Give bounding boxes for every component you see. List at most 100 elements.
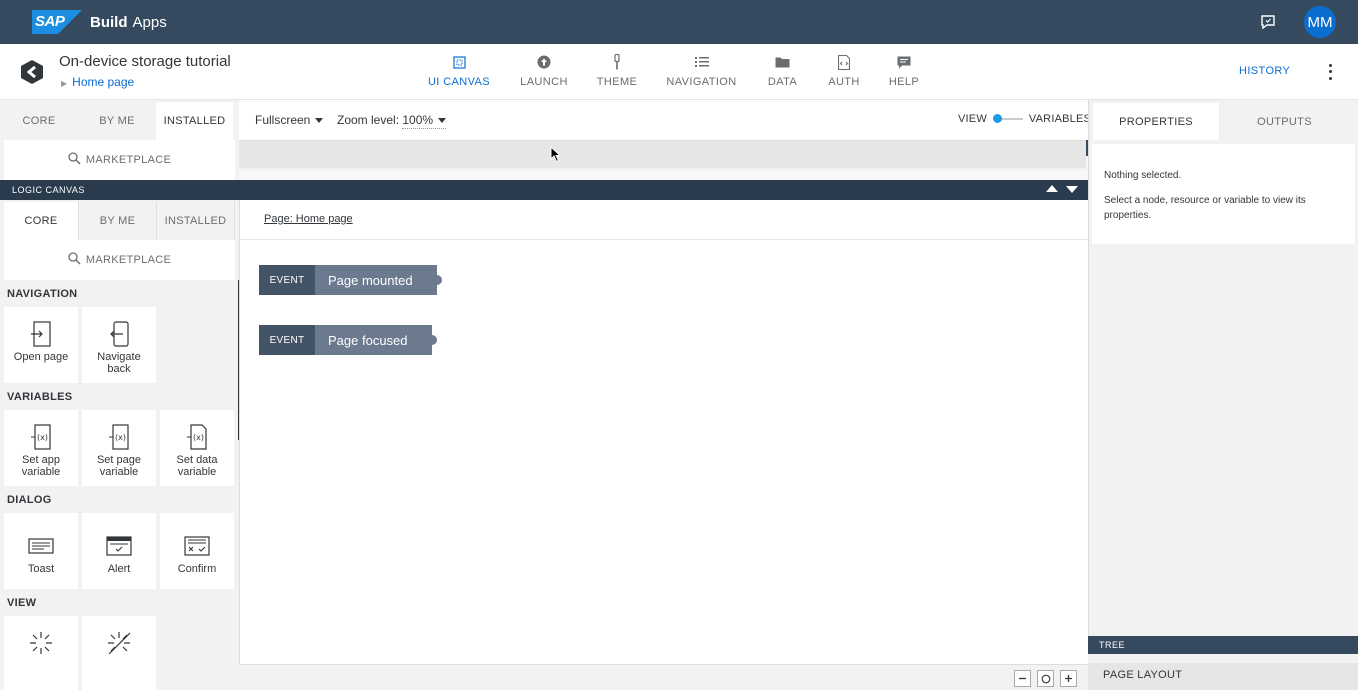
view-mode-dropdown[interactable]: Fullscreen — [255, 113, 324, 127]
tab-data-label: DATA — [767, 76, 798, 88]
set-page-variable-tile[interactable]: (x) Set page variable — [82, 410, 156, 486]
sap-logo[interactable]: SAP — [32, 10, 82, 34]
tab-auth[interactable]: AUTH — [810, 44, 878, 100]
logic-canvas[interactable]: Page: Home page EVENT Page mounted EVENT… — [239, 200, 1088, 664]
breadcrumb[interactable]: ▶ Home page — [61, 75, 134, 89]
expand-up-icon[interactable] — [1046, 185, 1058, 192]
zoom-reset-icon[interactable] — [1037, 670, 1054, 687]
logic-function-palette: CORE BY ME INSTALLED MARKETPLACE NAVIGAT… — [0, 200, 239, 690]
logic-tab-installed[interactable]: INSTALLED — [157, 202, 235, 240]
product-name-bold: Build — [90, 13, 128, 31]
marketplace-button[interactable]: MARKETPLACE — [4, 140, 235, 180]
breadcrumb-page[interactable]: Home page — [72, 75, 134, 89]
set-data-variable-icon: (x) — [184, 424, 210, 450]
tab-help-label: HELP — [888, 76, 920, 88]
alert-tile[interactable]: Alert — [82, 513, 156, 589]
tab-navigation-label: NAVIGATION — [666, 76, 737, 88]
sap-logo-text: SAP — [35, 13, 65, 30]
properties-empty-state: Nothing selected. Select a node, resourc… — [1092, 144, 1355, 244]
toggle-track[interactable] — [992, 114, 1023, 123]
svg-text:(x): (x) — [115, 433, 126, 442]
tab-outputs[interactable]: OUTPUTS — [1219, 103, 1350, 140]
section-navigation: NAVIGATION — [7, 288, 78, 300]
navigate-back-icon — [106, 321, 132, 347]
palette-tab-core[interactable]: CORE — [0, 102, 78, 140]
open-page-label: Open page — [13, 351, 69, 363]
marketplace-label: MARKETPLACE — [85, 154, 172, 166]
ui-canvas-area[interactable] — [239, 140, 1086, 170]
event-node-page-mounted[interactable]: EVENT Page mounted — [259, 265, 442, 295]
tab-theme[interactable]: THEME — [586, 44, 648, 100]
palette-tab-by-me[interactable]: BY ME — [78, 102, 156, 140]
confirm-tile[interactable]: Confirm — [160, 513, 234, 589]
palette-tab-installed[interactable]: INSTALLED — [156, 102, 233, 140]
open-page-tile[interactable]: Open page — [4, 307, 78, 383]
alert-icon — [106, 533, 132, 559]
data-icon — [775, 54, 791, 70]
logic-canvas-header[interactable]: LOGIC CANVAS — [0, 180, 1088, 200]
app-header: On-device storage tutorial ▶ Home page UI… — [0, 44, 1358, 100]
zoom-value: 100% — [402, 113, 434, 127]
more-options-icon[interactable] — [1322, 62, 1338, 82]
logic-marketplace-button[interactable]: MARKETPLACE — [4, 240, 235, 280]
svg-text:(x): (x) — [37, 433, 48, 442]
logic-marketplace-label: MARKETPLACE — [85, 254, 172, 266]
event-name: Page mounted — [315, 265, 437, 295]
open-page-icon — [28, 321, 54, 347]
tab-navigation[interactable]: NAVIGATION — [648, 44, 755, 100]
tab-launch[interactable]: LAUNCH — [502, 44, 586, 100]
view-tile-1[interactable] — [4, 616, 78, 690]
view-variables-toggle[interactable]: VIEW VARIABLES — [958, 113, 1091, 125]
set-data-variable-tile[interactable]: (x) Set data variable — [160, 410, 234, 486]
set-page-variable-icon: (x) — [106, 424, 132, 450]
view-tile-2[interactable] — [82, 616, 156, 690]
set-app-variable-label: Set app variable — [21, 454, 61, 478]
search-icon — [68, 252, 81, 268]
properties-panel: PROPERTIES OUTPUTS Nothing selected. Sel… — [1088, 100, 1358, 636]
event-tag: EVENT — [259, 265, 315, 295]
set-page-variable-label: Set page variable — [96, 454, 142, 478]
output-port[interactable] — [431, 275, 442, 285]
history-button[interactable]: HISTORY — [1239, 65, 1290, 77]
toast-icon — [28, 533, 54, 559]
toast-label: Toast — [27, 563, 55, 575]
event-tag: EVENT — [259, 325, 315, 355]
event-node-page-focused[interactable]: EVENT Page focused — [259, 325, 437, 355]
output-port[interactable] — [426, 335, 437, 345]
page-layout-item[interactable]: PAGE LAYOUT — [1088, 663, 1358, 690]
view-label: VIEW — [958, 113, 987, 125]
navigate-back-tile[interactable]: Navigate back — [82, 307, 156, 383]
tree-header[interactable]: TREE — [1088, 636, 1358, 654]
app-title: On-device storage tutorial — [59, 53, 231, 70]
tab-auth-label: AUTH — [828, 76, 860, 88]
page-context-link[interactable]: Page: Home page — [264, 213, 353, 225]
view-mode-value: Fullscreen — [255, 113, 311, 127]
tab-data[interactable]: DATA — [755, 44, 810, 100]
tab-theme-label: THEME — [596, 76, 638, 88]
product-name-suffix: Apps — [132, 13, 167, 31]
spinner-icon — [28, 630, 54, 656]
ui-component-palette: CORE BY ME INSTALLED MARKETPLACE — [0, 100, 239, 180]
zoom-level-dropdown[interactable]: Zoom level: 100% — [337, 113, 447, 129]
chevron-down-icon — [315, 118, 324, 124]
tab-properties[interactable]: PROPERTIES — [1093, 103, 1219, 140]
set-app-variable-tile[interactable]: (x) Set app variable — [4, 410, 78, 486]
confirm-icon — [184, 533, 210, 559]
zoom-out-icon[interactable] — [1014, 670, 1031, 687]
svg-text:(x): (x) — [193, 433, 204, 442]
zoom-in-icon[interactable] — [1060, 670, 1077, 687]
collapse-down-icon[interactable] — [1066, 186, 1078, 193]
toggle-knob[interactable] — [992, 114, 1002, 123]
app-logo-icon[interactable] — [19, 59, 45, 85]
logic-canvas-separator — [240, 239, 1088, 240]
variables-label: VARIABLES — [1028, 113, 1092, 125]
user-avatar[interactable]: MM — [1304, 6, 1336, 38]
tab-help[interactable]: HELP — [878, 44, 930, 100]
ui-canvas-icon — [451, 54, 467, 70]
logic-tab-core[interactable]: CORE — [4, 202, 79, 240]
toast-tile[interactable]: Toast — [4, 513, 78, 589]
logic-tab-by-me[interactable]: BY ME — [79, 202, 157, 240]
section-view: VIEW — [7, 597, 37, 609]
feedback-icon[interactable] — [1258, 12, 1278, 32]
tab-ui-canvas[interactable]: UI CANVAS — [416, 44, 502, 100]
